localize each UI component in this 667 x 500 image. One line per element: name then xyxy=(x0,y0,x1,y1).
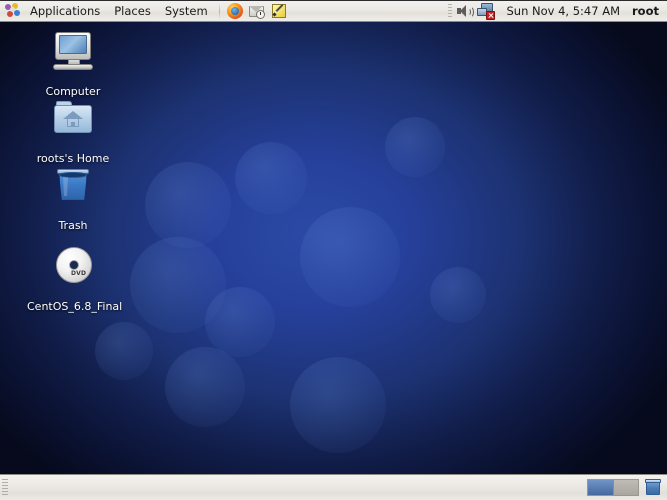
workspace-switcher[interactable] xyxy=(587,479,639,496)
evolution-mail-launcher-icon[interactable] xyxy=(247,1,267,21)
user-menu[interactable]: root xyxy=(630,4,667,18)
desktop-icon-label: CentOS_6.8_Final xyxy=(27,300,123,313)
monitor-screen xyxy=(59,35,87,54)
disc-hole xyxy=(69,260,79,270)
window-list[interactable] xyxy=(8,478,587,498)
menu-applications[interactable]: Applications xyxy=(23,1,107,21)
volume-speaker-icon[interactable] xyxy=(455,2,475,20)
logo-petal xyxy=(14,9,20,16)
desktop-icon-dvd[interactable]: DVD CentOS_6.8_Final xyxy=(25,243,123,314)
trash-applet-icon[interactable] xyxy=(643,478,663,498)
bottom-panel xyxy=(0,474,667,500)
workspace-1[interactable] xyxy=(588,480,613,495)
trash-applet-lid xyxy=(645,478,661,483)
desktop-icon-home[interactable]: roots's Home xyxy=(25,95,121,166)
home-folder-icon xyxy=(47,95,99,145)
panel-separator xyxy=(218,2,220,19)
desktop-icon-label: Trash xyxy=(58,219,88,232)
desktop-icon-trash[interactable]: Trash xyxy=(25,162,121,233)
workspace-2[interactable] xyxy=(613,480,638,495)
house-door xyxy=(71,122,75,127)
menu-system[interactable]: System xyxy=(158,1,215,21)
gnome-foot-logo-icon[interactable] xyxy=(3,2,23,20)
notes-editor-launcher-icon[interactable] xyxy=(269,1,289,21)
disconnected-badge-icon xyxy=(486,10,496,20)
house-roof xyxy=(63,111,83,119)
firefox-launcher-icon[interactable] xyxy=(225,1,245,21)
tray-drag-handle[interactable] xyxy=(448,3,453,18)
clock-hand xyxy=(259,11,261,15)
network-disconnected-icon[interactable] xyxy=(476,2,496,20)
firefox-globe-core xyxy=(230,6,239,15)
computer-monitor-icon xyxy=(47,28,99,78)
top-panel: Applications Places System Sun Nov 4, 5:… xyxy=(0,0,667,22)
dvd-disc-icon: DVD xyxy=(47,243,99,293)
desktop-icon-computer[interactable]: Computer xyxy=(25,28,121,99)
desktop-screen: Applications Places System Sun Nov 4, 5:… xyxy=(0,0,667,500)
trash-bin-icon xyxy=(47,162,99,212)
monitor-base xyxy=(53,64,93,70)
clock[interactable]: Sun Nov 4, 5:47 AM xyxy=(496,4,630,18)
sound-wave xyxy=(466,5,475,18)
desktop-area[interactable]: Computer roots's Home Trash DVD CentOS_6… xyxy=(0,22,667,474)
menu-places[interactable]: Places xyxy=(107,1,158,21)
disc-media-label: DVD xyxy=(71,270,87,277)
logo-petal xyxy=(10,6,15,12)
